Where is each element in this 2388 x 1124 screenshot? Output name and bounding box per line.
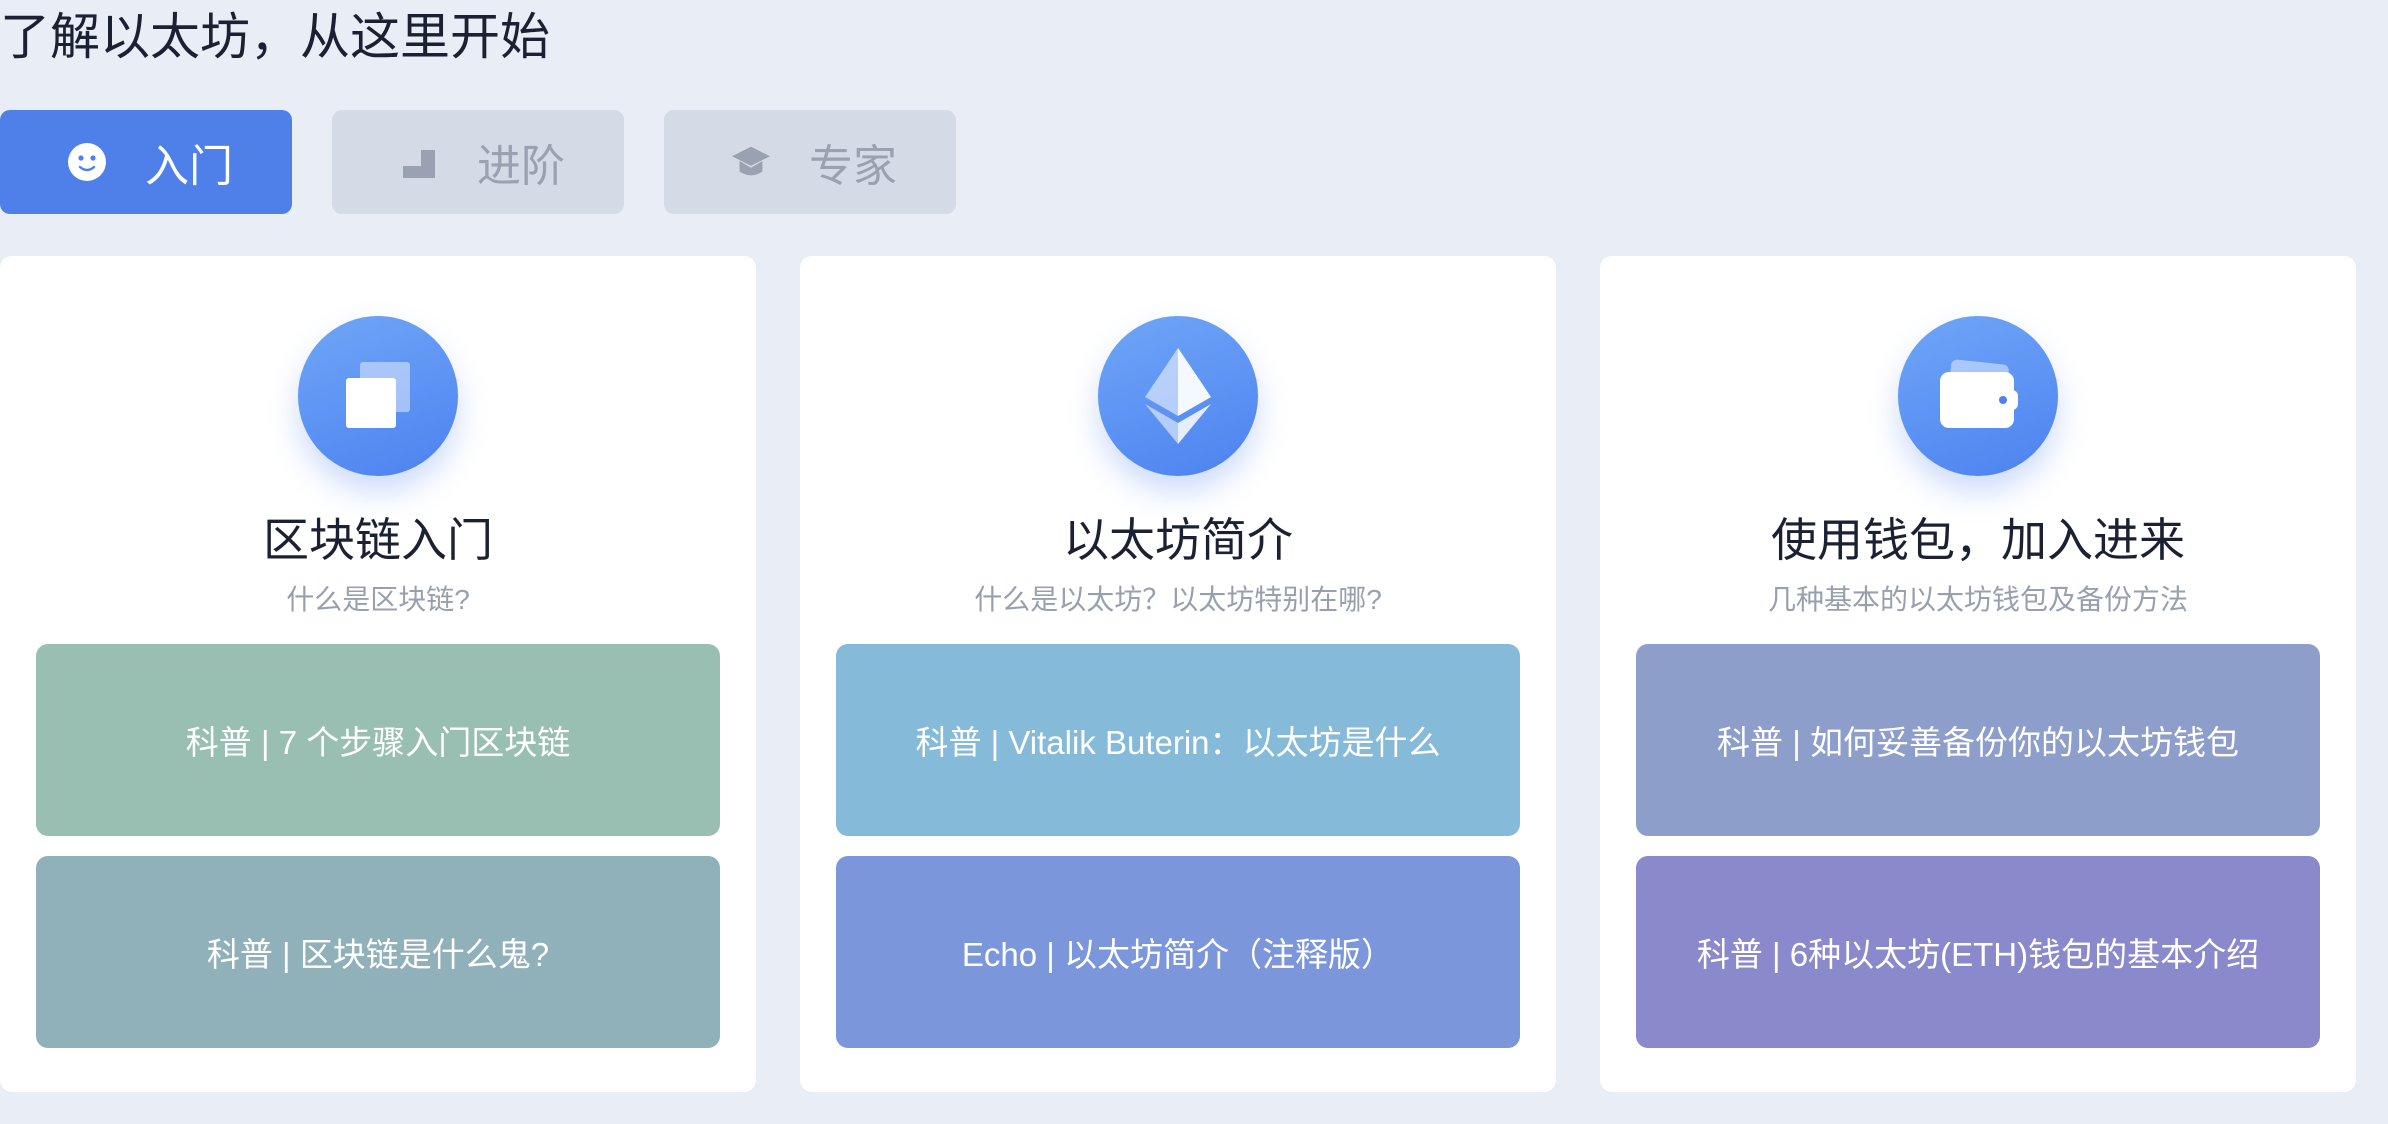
card-blockchain-intro: 区块链入门 什么是区块链? 科普 | 7 个步骤入门区块链 科普 | 区块链是什… [0, 256, 756, 1092]
tab-expert[interactable]: 专家 [664, 110, 956, 214]
card-subtitle: 什么是区块链? [286, 584, 470, 615]
topic-cards: 区块链入门 什么是区块链? 科普 | 7 个步骤入门区块链 科普 | 区块链是什… [0, 256, 2356, 1092]
card-ethereum-intro: 以太坊简介 什么是以太坊？以太坊特别在哪? 科普 | Vitalik Buter… [800, 256, 1556, 1092]
article-link[interactable]: 科普 | Vitalik Buterin：以太坊是什么 [836, 644, 1520, 836]
smiley-icon [67, 142, 107, 182]
card-title: 区块链入门 [263, 514, 493, 566]
card-title: 以太坊简介 [1063, 514, 1293, 566]
card-title: 使用钱包，加入进来 [1771, 514, 2185, 566]
card-subtitle: 什么是以太坊？以太坊特别在哪? [974, 584, 1382, 615]
link-list: 科普 | 7 个步骤入门区块链 科普 | 区块链是什么鬼? [36, 644, 720, 1048]
wallet-icon [1898, 316, 2058, 476]
article-link[interactable]: 科普 | 6种以太坊(ETH)钱包的基本介绍 [1636, 856, 2320, 1048]
tab-intermediate[interactable]: 进阶 [332, 110, 624, 214]
level-tabs: 入门 进阶 专家 [0, 110, 956, 214]
article-link[interactable]: 科普 | 如何妥善备份你的以太坊钱包 [1636, 644, 2320, 836]
article-link[interactable]: Echo | 以太坊简介（注释版） [836, 856, 1520, 1048]
tab-intermediate-label: 进阶 [477, 142, 565, 191]
article-link[interactable]: 科普 | 7 个步骤入门区块链 [36, 644, 720, 836]
card-subtitle: 几种基本的以太坊钱包及备份方法 [1767, 584, 2188, 615]
article-link[interactable]: 科普 | 区块链是什么鬼? [36, 856, 720, 1048]
layers-icon [298, 316, 458, 476]
tab-beginner-label: 入门 [145, 142, 233, 191]
card-wallet: 使用钱包，加入进来 几种基本的以太坊钱包及备份方法 科普 | 如何妥善备份你的以… [1600, 256, 2356, 1092]
link-list: 科普 | 如何妥善备份你的以太坊钱包 科普 | 6种以太坊(ETH)钱包的基本介… [1636, 644, 2320, 1048]
graduation-cap-icon [731, 142, 771, 182]
ethereum-icon [1098, 316, 1258, 476]
page-title: 了解以太坊，从这里开始 [0, 9, 550, 65]
link-list: 科普 | Vitalik Buterin：以太坊是什么 Echo | 以太坊简介… [836, 644, 1520, 1048]
tab-expert-label: 专家 [809, 142, 897, 191]
tab-beginner[interactable]: 入门 [0, 110, 292, 214]
stairs-icon [399, 142, 439, 182]
